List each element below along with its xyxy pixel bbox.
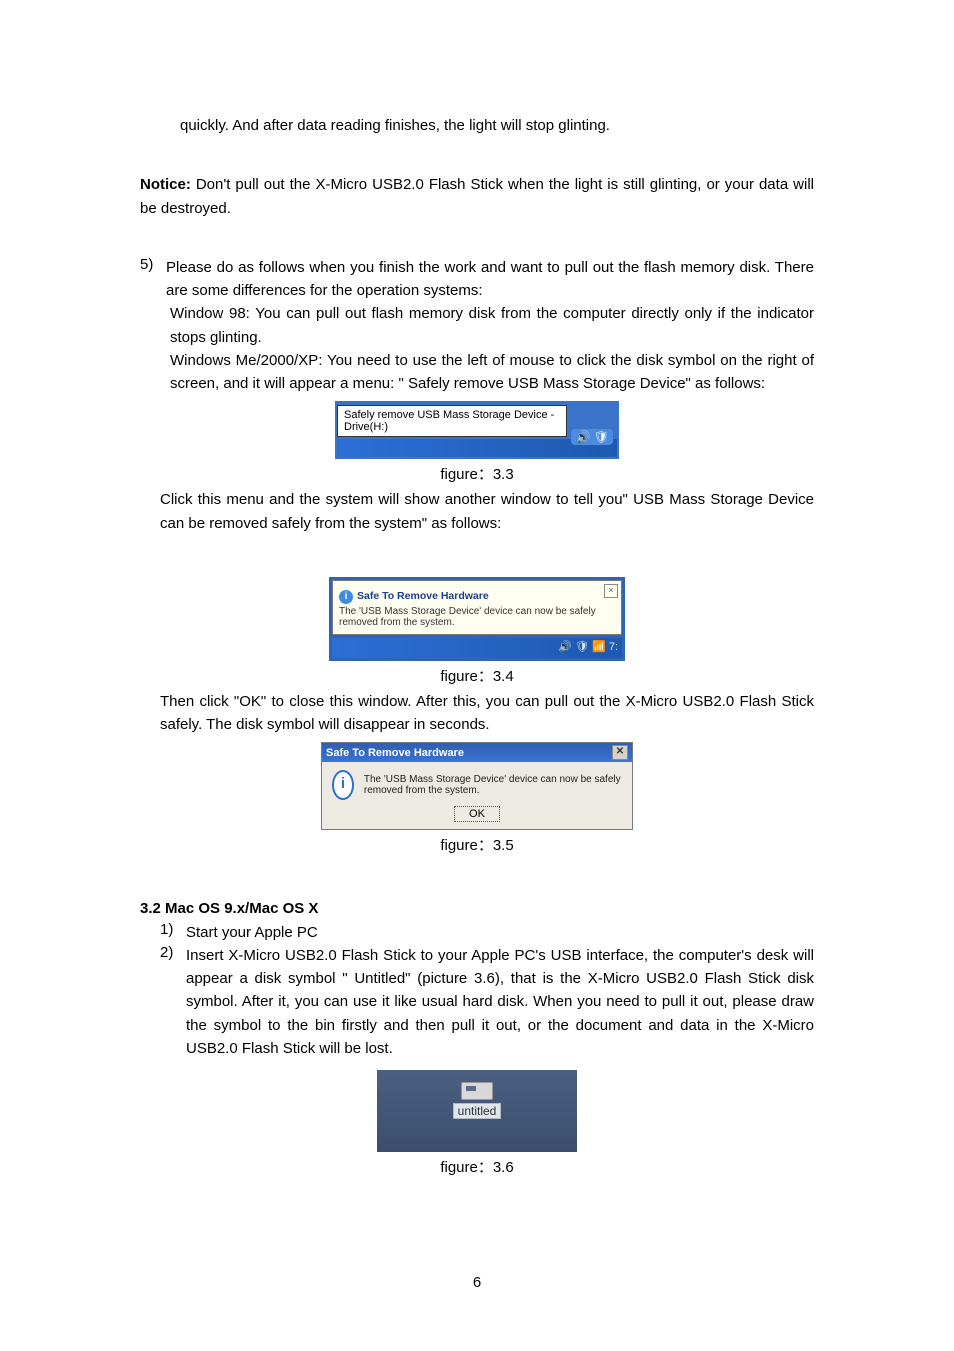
notice-paragraph: Notice: Don't pull out the X-Micro USB2.… xyxy=(140,173,814,220)
figure-3-4: × i Safe To Remove Hardware The 'USB Mass… xyxy=(140,577,814,661)
system-tray-icons: 🔊 🛡 xyxy=(571,429,613,445)
page-number: 6 xyxy=(0,1274,954,1291)
disk-label: untitled xyxy=(453,1103,502,1119)
close-icon: × xyxy=(604,584,618,598)
screenshot-balloon-tip: × i Safe To Remove Hardware The 'USB Mass… xyxy=(329,577,625,661)
body-text: quickly. And after data reading finishes… xyxy=(140,114,814,137)
spacer xyxy=(140,155,814,173)
spacer xyxy=(140,137,814,155)
list-number: 5) xyxy=(140,256,166,396)
body-text: Window 98: You can pull out flash memory… xyxy=(166,302,814,349)
dialog-message: The 'USB Mass Storage Device' device can… xyxy=(364,774,622,796)
notice-text: Don't pull out the X-Micro USB2.0 Flash … xyxy=(140,176,814,216)
taskbar: 🔊 🛡 xyxy=(337,439,617,457)
dialog-button-row: OK xyxy=(322,804,632,829)
disk-icon xyxy=(461,1082,493,1100)
system-tray-icons: 🔊 🛡 📶 7: xyxy=(558,640,618,653)
figure-caption: figure：3.5 xyxy=(140,834,814,855)
balloon-title-row: i Safe To Remove Hardware xyxy=(339,586,615,604)
balloon-title: Safe To Remove Hardware xyxy=(357,590,489,602)
list-item-5: 5) Please do as follows when you finish … xyxy=(140,256,814,396)
info-icon: i xyxy=(339,590,353,604)
figure-3-6: untitled xyxy=(140,1070,814,1152)
figure-caption: figure：3.6 xyxy=(140,1156,814,1177)
notice-label: Notice: xyxy=(140,176,191,193)
spacer xyxy=(140,535,814,553)
figure-caption: figure：3.3 xyxy=(140,463,814,484)
body-text: Please do as follows when you finish the… xyxy=(166,256,814,303)
info-icon: i xyxy=(332,770,354,800)
list-body: Please do as follows when you finish the… xyxy=(166,256,814,396)
figure-3-3: Safely remove USB Mass Storage Device - … xyxy=(140,401,814,459)
section-heading-3-2: 3.2 Mac OS 9.x/Mac OS X xyxy=(140,897,814,920)
body-text: Then click "OK" to close this window. Af… xyxy=(140,690,814,737)
body-text: Windows Me/2000/XP: You need to use the … xyxy=(166,349,814,396)
figure-3-5: Safe To Remove Hardware ✕ i The 'USB Mas… xyxy=(140,742,814,830)
screenshot-safely-remove-menu: Safely remove USB Mass Storage Device - … xyxy=(335,401,619,459)
list-item-2: 2) Insert X-Micro USB2.0 Flash Stick to … xyxy=(140,944,814,1060)
dialog-title: Safe To Remove Hardware xyxy=(326,747,464,759)
document-page: quickly. And after data reading finishes… xyxy=(0,0,954,1351)
figure-caption: figure：3.4 xyxy=(140,665,814,686)
spacer xyxy=(140,859,814,877)
list-number: 1) xyxy=(160,921,186,944)
list-body: Start your Apple PC xyxy=(186,921,814,944)
body-text: Start your Apple PC xyxy=(186,921,814,944)
menu-item-safely-remove: Safely remove USB Mass Storage Device - … xyxy=(337,405,567,437)
spacer xyxy=(140,553,814,571)
close-icon: ✕ xyxy=(612,745,628,760)
dialog-titlebar: Safe To Remove Hardware ✕ xyxy=(322,743,632,762)
screenshot-dialog-safe-remove: Safe To Remove Hardware ✕ i The 'USB Mas… xyxy=(321,742,633,830)
list-body: Insert X-Micro USB2.0 Flash Stick to you… xyxy=(186,944,814,1060)
list-number: 2) xyxy=(160,944,186,1060)
spacer xyxy=(140,238,814,256)
ok-button: OK xyxy=(454,806,500,822)
balloon-body: The 'USB Mass Storage Device' device can… xyxy=(339,606,615,628)
dialog-body: i The 'USB Mass Storage Device' device c… xyxy=(322,762,632,804)
body-text: Insert X-Micro USB2.0 Flash Stick to you… xyxy=(186,944,814,1060)
taskbar: 🔊 🛡 📶 7: xyxy=(332,638,622,658)
notification-balloon: × i Safe To Remove Hardware The 'USB Mass… xyxy=(332,580,622,635)
spacer xyxy=(140,220,814,238)
screenshot-mac-desktop-disk: untitled xyxy=(377,1070,577,1152)
list-item-1: 1) Start your Apple PC xyxy=(140,921,814,944)
body-text: Click this menu and the system will show… xyxy=(140,488,814,535)
